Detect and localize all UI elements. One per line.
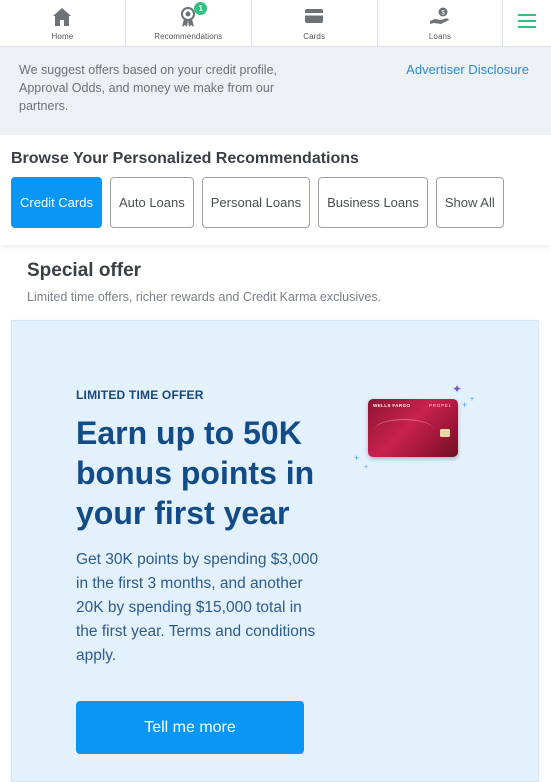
browse-section: Browse Your Personalized Recommendations… <box>0 135 551 245</box>
special-offer-subtitle: Limited time offers, richer rewards and … <box>27 290 382 304</box>
sparkle-icon: + <box>354 453 360 463</box>
category-pills: Credit Cards Auto Loans Personal Loans B… <box>11 177 504 228</box>
sparkle-icon: ✦ <box>452 382 463 396</box>
hamburger-menu-icon <box>517 13 537 34</box>
pill-auto-loans[interactable]: Auto Loans <box>109 177 194 228</box>
offer-eyebrow: LIMITED TIME OFFER <box>76 388 204 402</box>
pill-credit-cards[interactable]: Credit Cards <box>11 177 102 228</box>
notification-badge: 1 <box>194 2 208 15</box>
nav-loans-label: Loans <box>428 32 452 41</box>
special-offer-title: Special offer <box>27 260 142 281</box>
top-navigation: Home 1 Recommendations Cards $ Loans <box>0 0 551 47</box>
nav-cards-label: Cards <box>303 32 326 41</box>
offer-body: Get 30K points by spending $3,000 in the… <box>76 551 319 664</box>
sparkle-icon: + <box>364 464 369 471</box>
nav-loans[interactable]: $ Loans <box>378 0 504 47</box>
menu-button[interactable] <box>503 0 551 47</box>
tell-me-more-button[interactable]: Tell me more <box>76 701 304 754</box>
home-icon <box>50 5 74 29</box>
nav-recommendations-label: Recommendations <box>154 32 223 41</box>
loan-icon: $ <box>428 5 452 29</box>
card-chip-icon <box>440 429 450 437</box>
sparkle-icon: + <box>462 400 468 410</box>
recommendations-icon: 1 <box>176 2 208 29</box>
nav-cards[interactable]: Cards <box>252 0 378 47</box>
card-brand: WELLS FARGO <box>373 403 411 408</box>
nav-recommendations[interactable]: 1 Recommendations <box>126 0 252 47</box>
credit-card-icon <box>302 5 326 29</box>
nav-home-label: Home <box>51 32 74 41</box>
nav-home[interactable]: Home <box>0 0 126 47</box>
card-wave-decoration <box>374 419 434 441</box>
disclosure-banner: We suggest offers based on your credit p… <box>0 47 551 135</box>
card-product: PROPEL <box>428 403 452 408</box>
pill-business-loans[interactable]: Business Loans <box>318 177 428 228</box>
credit-card-image[interactable]: WELLS FARGO PROPEL <box>368 399 458 457</box>
browse-title: Browse Your Personalized Recommendations <box>11 150 359 167</box>
sparkle-icon: + <box>470 396 475 403</box>
pill-personal-loans[interactable]: Personal Loans <box>201 177 311 228</box>
pill-show-all[interactable]: Show All <box>435 177 504 228</box>
offer-card: LIMITED TIME OFFER Earn up to 50K bonus … <box>11 320 539 782</box>
disclosure-text: We suggest offers based on your credit p… <box>19 63 278 113</box>
advertiser-disclosure-link[interactable]: Advertiser Disclosure <box>406 62 529 77</box>
offer-headline: Earn up to 50K bonus points in your firs… <box>76 415 315 531</box>
